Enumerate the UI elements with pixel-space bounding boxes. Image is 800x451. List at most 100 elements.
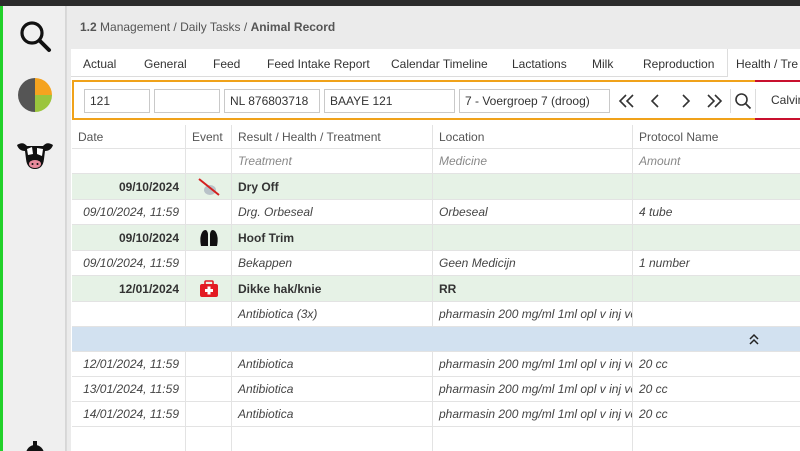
- tab-reproduction[interactable]: Reproduction: [643, 57, 714, 71]
- accent-line-bottom: [755, 118, 800, 120]
- table-row[interactable]: 14/01/2024, 11:59 Antibiotica pharmasin …: [72, 402, 800, 427]
- animal-record-panel: Actual General Feed Feed Intake Report C…: [71, 49, 800, 451]
- row-date: 12/01/2024, 11:59: [72, 352, 186, 376]
- first-aid-icon: [199, 279, 218, 297]
- row-date: 13/01/2024, 11:59: [72, 377, 186, 401]
- row-event: [186, 200, 232, 224]
- sidebar-search-button[interactable]: [3, 16, 66, 56]
- previous-animal-button[interactable]: [643, 89, 669, 113]
- row-protocol: [633, 174, 800, 199]
- row-location: [433, 225, 633, 250]
- column-header-location[interactable]: Location: [433, 125, 633, 148]
- breadcrumb: 1.2 Management / Daily Tasks / Animal Re…: [80, 20, 335, 34]
- group-field[interactable]: 7 - Voergroep 7 (droog): [459, 89, 610, 113]
- next-animal-button[interactable]: [672, 89, 698, 113]
- animal-filter-bar: 121 NL 876803718 BAAYE 121 7 - Voergroep…: [72, 80, 800, 120]
- hoof-icon: [199, 229, 218, 246]
- row-event: [186, 251, 232, 275]
- main-area: 1.2 Management / Daily Tasks / Animal Re…: [67, 6, 800, 451]
- row-treatment: Antibiotica (3x): [232, 302, 433, 326]
- table-row[interactable]: 09/10/2024, 11:59 Drg. Orbeseal Orbeseal…: [72, 200, 800, 225]
- row-result: Dry Off: [232, 174, 433, 199]
- row-event: [186, 352, 232, 376]
- tab-calendar-timeline[interactable]: Calendar Timeline: [391, 57, 488, 71]
- row-event: [186, 302, 232, 326]
- table-row[interactable]: 09/10/2024, 11:59 Bekappen Geen Medicijn…: [72, 251, 800, 276]
- column-header-event[interactable]: Event: [186, 125, 232, 148]
- calving-label[interactable]: Calvin: [771, 93, 800, 107]
- animal-search-button[interactable]: [730, 89, 756, 113]
- row-location: RR: [433, 276, 633, 301]
- tab-bar: Actual General Feed Feed Intake Report C…: [71, 49, 800, 77]
- chevron-left-icon: [650, 94, 659, 108]
- sidebar: [3, 6, 66, 451]
- row-medicine: Geen Medicijn: [433, 251, 633, 275]
- tab-general[interactable]: General: [144, 57, 187, 71]
- dry-off-icon: [197, 177, 220, 196]
- row-result: Dikke hak/knie: [232, 276, 433, 301]
- sidebar-animals-button[interactable]: [3, 134, 66, 174]
- table-row[interactable]: 12/01/2024 Dikke hak/knie RR: [72, 276, 800, 302]
- last-animal-button[interactable]: [701, 89, 727, 113]
- row-amount: 20 cc: [639, 357, 668, 371]
- row-date: [72, 302, 186, 326]
- subheader-empty-date: [72, 149, 186, 173]
- subheader-empty-event: [186, 149, 232, 173]
- row-amount: [633, 302, 800, 326]
- row-date: 12/01/2024: [72, 276, 186, 301]
- row-protocol: [633, 427, 800, 451]
- row-treatment: Antibiotica: [232, 352, 433, 376]
- row-result: Hoof Trim: [232, 225, 433, 250]
- breadcrumb-path[interactable]: Management / Daily Tasks /: [100, 20, 247, 34]
- expander-row[interactable]: [72, 327, 800, 352]
- table-row[interactable]: Antibiotica (3x) pharmasin 200 mg/ml 1ml…: [72, 302, 800, 327]
- subheader-treatment: Treatment: [232, 149, 433, 173]
- tab-health-treatment[interactable]: Health / Tre: [727, 49, 800, 77]
- row-date: 09/10/2024, 11:59: [72, 200, 186, 224]
- column-header-protocol[interactable]: Protocol Name: [633, 125, 800, 148]
- gear-icon: [26, 441, 43, 451]
- row-date: 14/01/2024, 11:59: [72, 402, 186, 426]
- table-row[interactable]: 12/01/2024, 11:59 Antibiotica pharmasin …: [72, 352, 800, 377]
- row-medicine: pharmasin 200 mg/ml 1ml opl v inj voor: [433, 377, 633, 401]
- row-date: 09/10/2024, 11:59: [72, 251, 186, 275]
- row-event: [186, 276, 232, 301]
- tab-milk[interactable]: Milk: [592, 57, 613, 71]
- collapse-up-icon: [749, 333, 759, 345]
- tab-feed-intake-report[interactable]: Feed Intake Report: [267, 57, 370, 71]
- animal-name-field[interactable]: BAAYE 121: [324, 89, 455, 113]
- tab-lactations[interactable]: Lactations: [512, 57, 567, 71]
- row-date: [72, 427, 186, 451]
- column-header-result[interactable]: Result / Health / Treatment: [232, 125, 433, 148]
- animal-number-field[interactable]: 121: [84, 89, 150, 113]
- pie-chart-icon: [17, 78, 52, 112]
- table-row[interactable]: 09/10/2024 Dry Off: [72, 174, 800, 200]
- collapse-button[interactable]: [633, 327, 800, 351]
- row-amount: 20 cc: [639, 382, 668, 396]
- row-location: [433, 427, 633, 451]
- row-protocol: [633, 225, 800, 250]
- row-amount: 4 tube: [639, 205, 673, 219]
- row-event: [186, 427, 232, 451]
- row-treatment: Antibiotica: [232, 377, 433, 401]
- first-animal-button[interactable]: [614, 89, 640, 113]
- life-number-field[interactable]: NL 876803718: [224, 89, 320, 113]
- row-date: 09/10/2024: [72, 225, 186, 250]
- sidebar-reports-button[interactable]: [3, 72, 66, 118]
- row-date: 09/10/2024: [72, 174, 186, 199]
- column-header-date[interactable]: Date: [72, 125, 186, 148]
- row-location: [433, 174, 633, 199]
- cow-icon: [16, 143, 53, 169]
- breadcrumb-current: Animal Record: [250, 20, 336, 34]
- tab-actual[interactable]: Actual: [83, 57, 116, 71]
- table-row[interactable]: 09/10/2024 Hoof Trim: [72, 225, 800, 251]
- filter-field-2[interactable]: [154, 89, 220, 113]
- double-chevron-left-icon: [618, 94, 634, 108]
- subheader-amount: Amount: [639, 154, 681, 168]
- table-row[interactable]: 13/01/2024, 11:59 Antibiotica pharmasin …: [72, 377, 800, 402]
- sidebar-settings-button[interactable]: [3, 441, 66, 451]
- table-row-empty: [72, 427, 800, 451]
- row-event: [186, 402, 232, 426]
- tab-feed[interactable]: Feed: [213, 57, 240, 71]
- row-event: [186, 377, 232, 401]
